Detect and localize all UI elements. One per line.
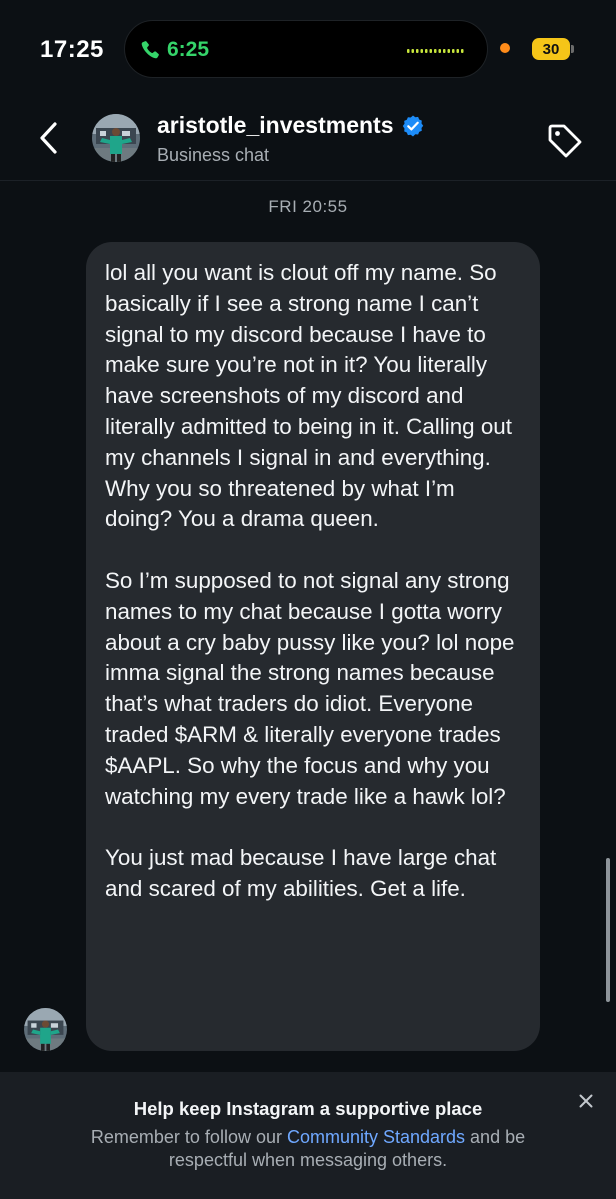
- phone-call-icon: [141, 41, 159, 59]
- status-clock: 17:25: [40, 36, 104, 63]
- call-duration: 6:25: [167, 38, 210, 61]
- battery-level: 30: [542, 40, 560, 58]
- message-paragraph: You just mad because I have large chat a…: [105, 845, 497, 901]
- dynamic-island[interactable]: 6:25: [124, 20, 488, 78]
- recording-indicator-dot: [500, 43, 510, 53]
- tag-button[interactable]: [544, 120, 584, 160]
- sender-avatar[interactable]: [24, 1008, 67, 1051]
- sender-avatar-image: [24, 1008, 67, 1051]
- battery-indicator: 30: [532, 38, 570, 60]
- notice-title: Help keep Instagram a supportive place: [133, 1098, 483, 1119]
- back-chevron-icon: [40, 122, 57, 154]
- contact-name-row[interactable]: aristotle_investments: [157, 112, 425, 139]
- message-timestamp: FRI 20:55: [268, 197, 348, 216]
- header-divider: [0, 180, 616, 181]
- supportive-place-notice: Help keep Instagram a supportive place R…: [0, 1072, 616, 1199]
- notice-text-before: Remember to follow our: [90, 1127, 287, 1147]
- community-standards-link[interactable]: Community Standards: [287, 1127, 465, 1147]
- message-bubble[interactable]: lol all you want is clout off my name. S…: [86, 242, 540, 1051]
- close-icon: [579, 1094, 593, 1108]
- status-bar: 17:25 6:25 30: [0, 0, 616, 100]
- verified-badge-icon: [403, 115, 424, 136]
- message-paragraph: So I’m supposed to not signal any strong…: [105, 567, 515, 809]
- notice-close-button[interactable]: [573, 1088, 599, 1114]
- contact-avatar[interactable]: [92, 114, 140, 162]
- message-paragraph: lol all you want is clout off my name. S…: [105, 260, 512, 532]
- notice-body: Remember to follow our Community Standar…: [60, 1126, 556, 1172]
- contact-subtitle: Business chat: [157, 145, 270, 165]
- back-button[interactable]: [30, 118, 66, 158]
- contact-name: aristotle_investments: [157, 112, 394, 138]
- tag-icon: [548, 124, 582, 158]
- battery-cap: [571, 45, 574, 53]
- chat-header: aristotle_investments Business chat: [0, 100, 616, 180]
- audio-wave-icon: [407, 49, 464, 53]
- chat-scrollbar[interactable]: [606, 858, 610, 1002]
- contact-avatar-image: [92, 114, 140, 162]
